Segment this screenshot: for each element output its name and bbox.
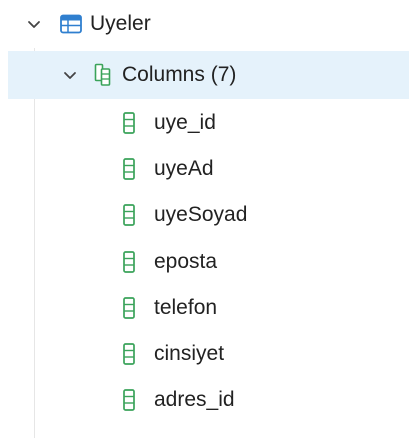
column-icon [122, 157, 136, 181]
tree-node-column[interactable]: uyeSoyad [0, 193, 409, 237]
column-icon [122, 296, 136, 320]
tree-node-column[interactable]: adres_id [0, 378, 409, 422]
tree-node-column[interactable]: uyeAd [0, 147, 409, 191]
table-icon [60, 14, 82, 34]
column-name-label: eposta [154, 249, 218, 273]
chevron-down-icon[interactable] [24, 14, 44, 34]
column-icon [122, 342, 136, 366]
column-icon [122, 203, 136, 227]
tree-node-column[interactable]: uye_id [0, 101, 409, 145]
column-name-label: uyeAd [154, 157, 214, 181]
column-name-label: telefon [154, 295, 218, 319]
chevron-down-icon[interactable] [60, 65, 80, 85]
column-name-label: uyeSoyad [154, 203, 248, 227]
columns-folder-label: Columns (7) [122, 63, 237, 86]
table-name-label: Uyeler [90, 12, 151, 35]
tree-node-column[interactable]: telefon [0, 286, 409, 330]
column-icon [122, 388, 136, 412]
columns-icon [94, 63, 112, 87]
tree-node-table-uyeler[interactable]: Uyeler [0, 2, 409, 46]
object-tree: Uyeler Columns (7) uye_id uyeAd uyeSoyad ep… [0, 0, 409, 438]
column-name-label: uye_id [154, 111, 216, 134]
tree-node-columns-folder[interactable]: Columns (7) [8, 51, 409, 99]
column-icon [122, 111, 136, 135]
tree-node-column[interactable]: cinsiyet [0, 332, 409, 376]
column-name-label: cinsiyet [154, 342, 225, 365]
column-name-label: adres_id [154, 388, 235, 412]
column-icon [122, 250, 136, 274]
tree-node-column[interactable]: eposta [0, 240, 409, 284]
